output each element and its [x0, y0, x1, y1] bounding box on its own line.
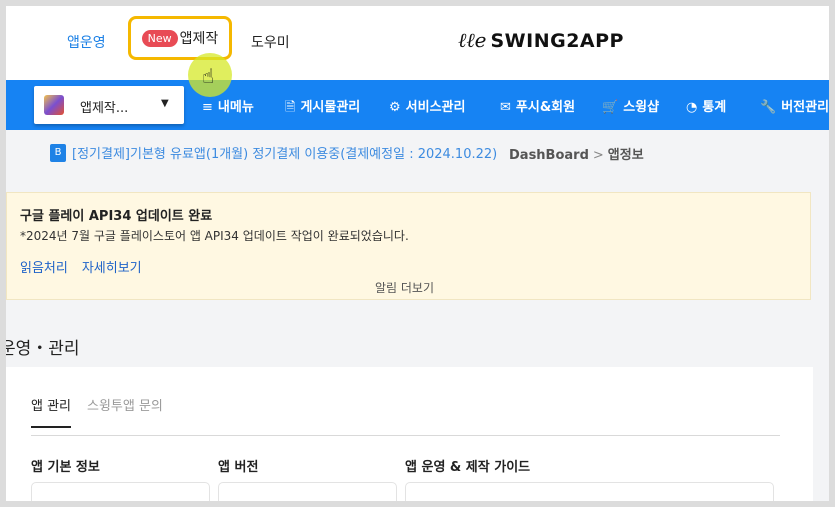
menu-statistics[interactable]: ◔ 통계 [686, 96, 726, 115]
menu-push-members[interactable]: ✉ 푸시&회원 [500, 96, 575, 115]
menu-posts-label: 게시물관리 [300, 100, 361, 115]
breadcrumb: DashBoard > 앱정보 [509, 144, 644, 163]
notice-body: *2024년 7월 구글 플레이스토어 앱 API34 업데이트 작업이 완료되… [20, 229, 409, 243]
nav-app-make-label: 앱제작 [179, 31, 219, 47]
app-window: 앱운영 New 앱제작 도우미 ℓℓe SWING2APP 앱제작... ▼ ≡… [6, 6, 829, 501]
menu-my-menu[interactable]: ≡ 내메뉴 [202, 96, 254, 115]
app-version-heading: 앱 버전 [218, 460, 259, 475]
menu-services[interactable]: ⚙ 서비스관리 [389, 96, 465, 115]
menu-posts[interactable]: 🗎 게시물관리 [285, 96, 360, 120]
mark-read-link[interactable]: 읽음처리 [20, 261, 68, 276]
tab-swing2app-inquiry[interactable]: 스윙투앱 문의 [87, 395, 163, 426]
app-basic-info-heading: 앱 기본 정보 [31, 460, 100, 475]
document-icon: 🗎 [285, 100, 296, 115]
main-menu-bar: 앱제작... ▼ ≡ 내메뉴 🗎 게시물관리 ⚙ 서비스관리 ✉ 푸시&회원 🛒 스윙샵 … [6, 80, 829, 130]
logo-mark-icon: ℓℓe [458, 28, 487, 52]
tab-bar: 앱 관리 스윙투앱 문의 [31, 395, 780, 436]
wrench-icon: 🔧 [760, 100, 777, 115]
top-header: 앱운영 New 앱제작 도우미 ℓℓe SWING2APP [6, 6, 829, 80]
menu-swing-shop[interactable]: 🛒 스윙샵 [602, 96, 659, 115]
notice-title: 구글 플레이 API34 업데이트 완료 [20, 209, 213, 224]
hamburger-icon: ≡ [202, 100, 213, 115]
management-card: 앱 관리 스윙투앱 문의 앱 기본 정보 앱 버전 앱 운영 & 제작 가이드 [6, 367, 813, 501]
app-guide-panel [405, 482, 774, 501]
pie-chart-icon: ◔ [686, 100, 698, 115]
view-detail-link[interactable]: 자세히보기 [82, 261, 142, 276]
logo-text: SWING2APP [490, 29, 624, 52]
hand-pointer-icon: ☝ [202, 64, 215, 88]
nav-app-operate[interactable]: 앱운영 [67, 32, 106, 52]
menu-services-label: 서비스관리 [405, 100, 466, 115]
cart-icon: 🛒 [602, 100, 619, 115]
notice-banner: 구글 플레이 API34 업데이트 완료 *2024년 7월 구글 플레이스토어… [6, 192, 811, 300]
plan-badge-icon: B [50, 143, 66, 162]
menu-swing-shop-label: 스윙샵 [623, 100, 660, 115]
menu-version-label: 버전관리 [781, 100, 829, 115]
breadcrumb-root[interactable]: DashBoard [509, 148, 589, 163]
envelope-icon: ✉ [500, 100, 511, 115]
menu-version[interactable]: 🔧 버전관리 [760, 96, 829, 115]
swing2app-logo[interactable]: ℓℓe SWING2APP [458, 28, 624, 53]
notice-actions: 읽음처리 자세히보기 [20, 257, 156, 276]
subscription-status[interactable]: B [정기결제]기본형 유료앱(1개월) 정기결제 이용중(결제예정일 : 20… [50, 143, 497, 162]
subscription-text[interactable]: [정기결제]기본형 유료앱(1개월) 정기결제 이용중(결제예정일 : 2024… [72, 143, 497, 162]
app-selector-dropdown[interactable]: 앱제작... ▼ [34, 86, 184, 124]
tab-app-management[interactable]: 앱 관리 [31, 395, 72, 428]
menu-push-members-label: 푸시&회원 [515, 100, 576, 115]
app-guide-heading: 앱 운영 & 제작 가이드 [405, 460, 531, 475]
app-basic-info-panel [31, 482, 210, 501]
app-thumbnail-icon [44, 95, 64, 115]
caret-down-icon: ▼ [161, 98, 169, 109]
app-selector-label: 앱제작... [80, 101, 129, 116]
nav-help[interactable]: 도우미 [251, 32, 290, 52]
app-version-panel [218, 482, 397, 501]
more-notices-link[interactable]: 알림 더보기 [375, 279, 434, 296]
breadcrumb-separator: > [592, 148, 604, 163]
menu-statistics-label: 통계 [702, 100, 727, 115]
new-badge: New [141, 29, 178, 47]
breadcrumb-current: 앱정보 [607, 148, 644, 163]
menu-my-menu-label: 내메뉴 [217, 100, 254, 115]
gear-icon: ⚙ [389, 100, 401, 115]
section-title: 운영・관리 [6, 339, 80, 359]
